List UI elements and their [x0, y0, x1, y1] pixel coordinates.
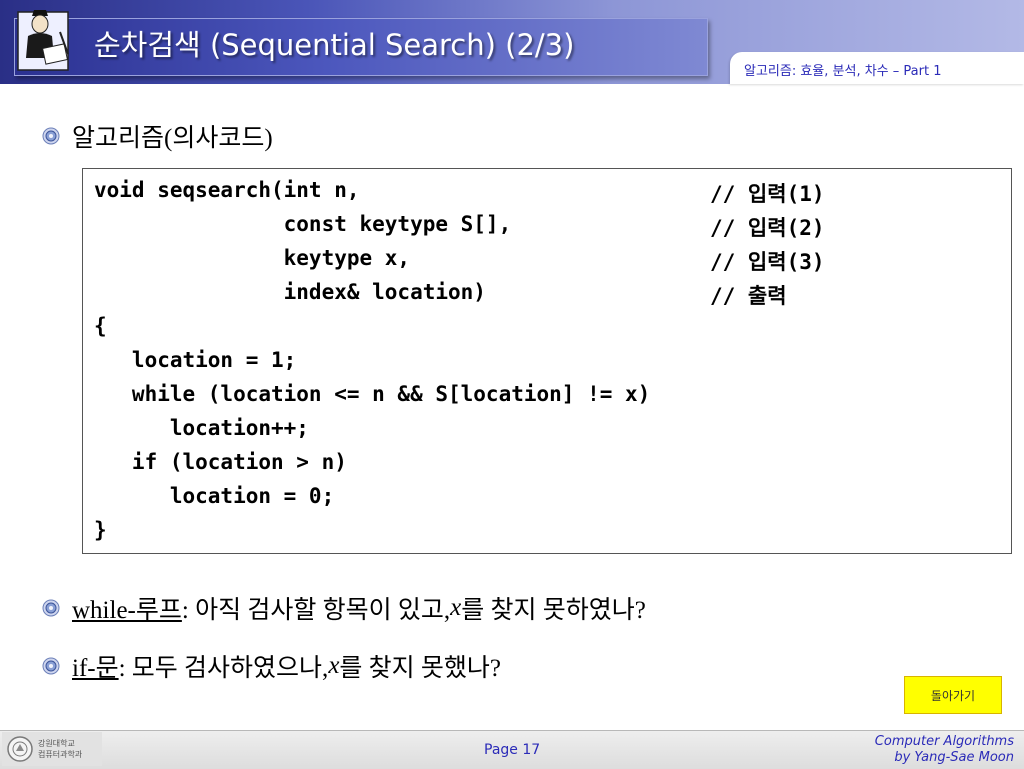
- code-line: index& location): [94, 280, 486, 304]
- university-seal-icon: [7, 736, 33, 762]
- slide-title: 순차검색 (Sequential Search) (2/3): [94, 28, 575, 62]
- code-line: {: [94, 314, 107, 338]
- bullet-text: 알고리즘(의사코드): [72, 125, 273, 152]
- scholar-reading-icon: [17, 10, 69, 71]
- back-button[interactable]: 돌아가기: [904, 676, 1002, 714]
- course-title: Computer Algorithms: [874, 734, 1014, 749]
- bullet-keyword: while-루프: [72, 597, 182, 624]
- code-line: if (location > n): [94, 450, 347, 474]
- subtitle-prefix: 알고리즘: 효율, 분석, 차수 –: [744, 64, 904, 79]
- bullet-text: 를 찾지 못했나?: [339, 655, 502, 682]
- code-comment: // 입력(2): [710, 216, 825, 240]
- code-line: const keytype S[],: [94, 212, 512, 236]
- code-line: void seqsearch(int n,: [94, 178, 360, 202]
- code-comment: // 출력: [710, 284, 787, 308]
- emblem-bullet-icon: [42, 657, 60, 675]
- code-line: location = 1;: [94, 348, 297, 372]
- code-line: location++;: [94, 416, 309, 440]
- code-line: keytype x,: [94, 246, 411, 270]
- university-line: 강원대학교: [38, 739, 75, 748]
- slide-subtitle: 알고리즘: 효율, 분석, 차수 – Part 1: [744, 60, 941, 79]
- bullet-if-statement: if-문: 모두 검사하였으나, x를 찾지 못했나?: [42, 648, 501, 684]
- course-credits: Computer Algorithms by Yang-Sae Moon: [875, 734, 1014, 766]
- bullet-text: : 모두 검사하였으나,: [118, 655, 329, 682]
- code-line: while (location <= n && S[location] != x…: [94, 382, 651, 406]
- emblem-bullet-icon: [42, 599, 60, 617]
- university-logo: 강원대학교 컴퓨터과학과: [2, 732, 102, 766]
- emblem-bullet-icon: [42, 127, 60, 145]
- code-line: }: [94, 518, 107, 542]
- code-line: location = 0;: [94, 484, 335, 508]
- bullet-keyword: if-문: [72, 655, 119, 682]
- bullet-variable: x: [450, 594, 462, 621]
- bullet-text: : 아직 검사할 항목이 있고,: [181, 597, 451, 624]
- subtitle-part: Part 1: [903, 64, 942, 79]
- bullet-text: 를 찾지 못하였나?: [461, 597, 646, 624]
- code-comment: // 입력(1): [710, 182, 825, 206]
- bullet-variable: x: [328, 652, 340, 679]
- university-name: 강원대학교 컴퓨터과학과: [38, 738, 82, 760]
- bullet-pseudocode: 알고리즘(의사코드): [42, 118, 273, 154]
- subtitle-box: 알고리즘: 효율, 분석, 차수 – Part 1: [730, 52, 1024, 84]
- code-comment: // 입력(3): [710, 250, 825, 274]
- pseudocode-box: void seqsearch(int n, const keytype S[],…: [82, 168, 1012, 554]
- course-author: by Yang-Sae Moon: [894, 750, 1014, 765]
- department-line: 컴퓨터과학과: [38, 750, 83, 759]
- bullet-while-loop: while-루프: 아직 검사할 항목이 있고, x를 찾지 못하였나?: [42, 590, 646, 626]
- page-number: Page 17: [484, 742, 541, 758]
